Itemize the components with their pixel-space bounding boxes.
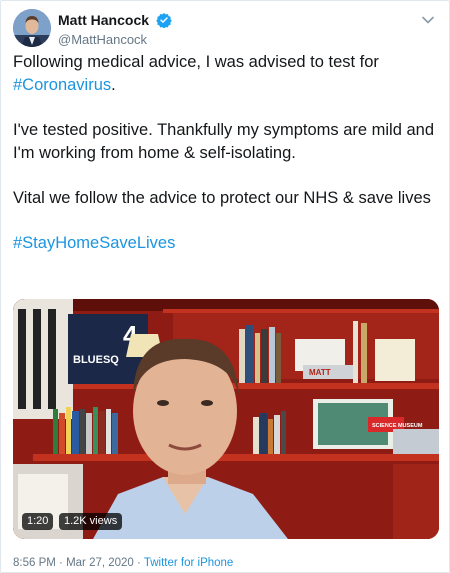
footer-separator-2: · (133, 557, 144, 569)
matt-label: MATT (309, 368, 331, 377)
tweet-time[interactable]: 8:56 PM (13, 557, 56, 569)
tweet-text: Following medical advice, I was advised … (13, 51, 437, 277)
chevron-down-icon[interactable] (421, 13, 435, 27)
tweet-card: Matt Hancock @MattHancock Following medi… (0, 0, 450, 573)
tweet-line1-end: . (111, 76, 116, 94)
hashtag-coronavirus[interactable]: #Coronavirus (13, 76, 111, 94)
bluesq-label: BLUESQ (73, 354, 119, 366)
video-player[interactable]: 4 BLUESQ MATT SCIENCE MUSEUM 1:20 1.2K v… (13, 299, 439, 539)
tweet-header: Matt Hancock @MattHancock (13, 9, 437, 47)
handle[interactable]: @MattHancock (58, 32, 172, 47)
tweet-source-link[interactable]: Twitter for iPhone (144, 557, 233, 569)
tweet-paragraph-2: I've tested positive. Thankfully my symp… (13, 121, 435, 162)
author-names: Matt Hancock @MattHancock (58, 11, 173, 47)
video-duration: 1:20 (22, 513, 54, 530)
video-frame: 4 BLUESQ MATT SCIENCE MUSEUM (13, 299, 439, 539)
verified-badge-icon (156, 12, 173, 28)
footer-separator-1: · (55, 557, 67, 569)
video-views: 1.2K views (59, 513, 123, 530)
tweet-line1: Following medical advice, I was advised … (13, 53, 379, 71)
tweet-paragraph-3: Vital we follow the advice to protect ou… (13, 189, 431, 207)
tweet-footer: 8:56 PM · Mar 27, 2020 · Twitter for iPh… (13, 557, 233, 569)
science-museum-label: SCIENCE MUSEUM (372, 423, 423, 429)
display-name[interactable]: Matt Hancock (58, 12, 149, 28)
avatar[interactable] (13, 9, 51, 47)
hashtag-stayhomesavelives[interactable]: #StayHomeSaveLives (13, 234, 175, 252)
tweet-date[interactable]: Mar 27, 2020 (66, 557, 134, 569)
